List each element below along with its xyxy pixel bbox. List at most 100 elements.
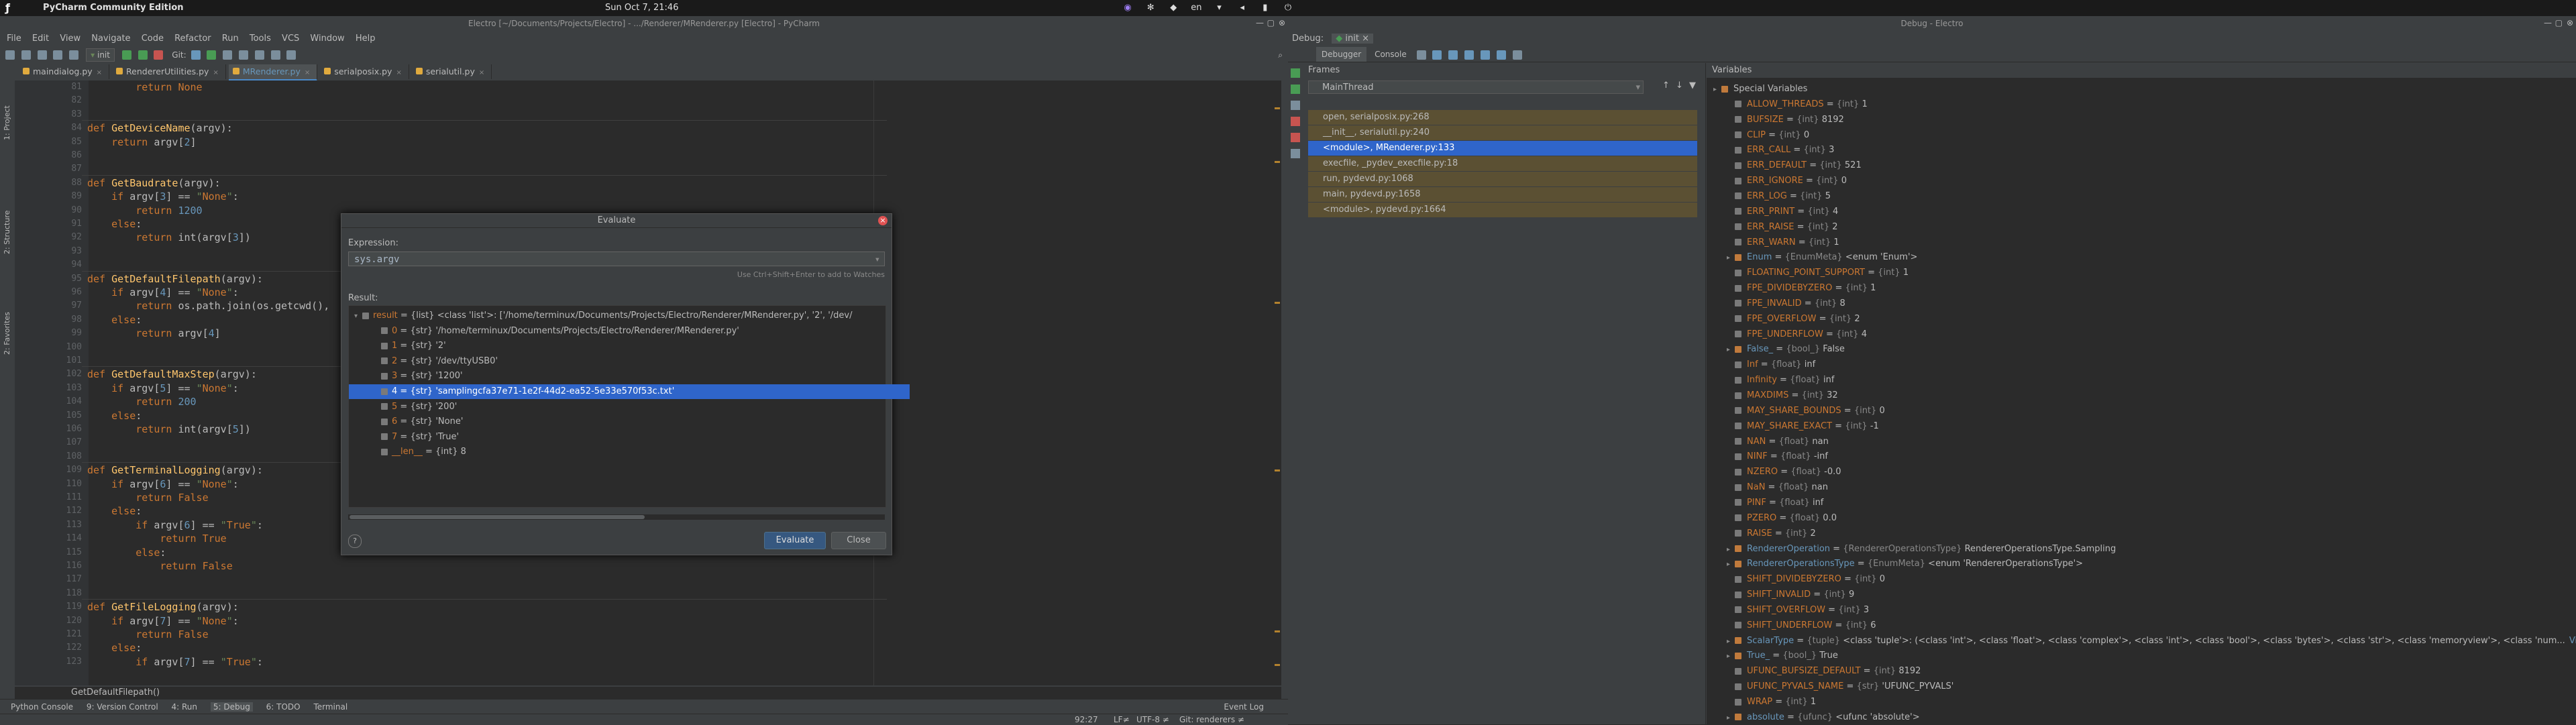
volume-icon[interactable]: ◂ bbox=[1236, 2, 1248, 14]
code-text[interactable]: return False bbox=[87, 491, 208, 504]
close-tab-icon[interactable]: × bbox=[305, 69, 310, 76]
variable-row[interactable]: BUFSIZE = {int} 8192 bbox=[1727, 113, 1844, 128]
menu-tools[interactable]: Tools bbox=[250, 34, 271, 44]
code-text[interactable]: if argv[3] == "None": bbox=[87, 190, 239, 203]
debug-session-tab[interactable]: ◆ init × bbox=[1332, 34, 1374, 44]
git-branch[interactable]: Git: renderers ≠ bbox=[1179, 714, 1244, 725]
line-number[interactable]: 119 bbox=[55, 600, 82, 614]
tool-favorites[interactable]: 2: Favorites bbox=[3, 312, 11, 355]
show-execution-point-icon[interactable] bbox=[1416, 50, 1426, 60]
close-window-icon[interactable]: ⊗ bbox=[2567, 18, 2573, 27]
tab-maindialog[interactable]: maindialog.py × bbox=[19, 64, 110, 79]
frame-up-icon[interactable]: ↑ bbox=[1662, 80, 1670, 91]
code-text[interactable]: if argv[6] == "None": bbox=[87, 478, 239, 491]
menu-help[interactable]: Help bbox=[356, 34, 376, 44]
minimize-icon[interactable]: — bbox=[1256, 18, 1264, 27]
variable-row[interactable]: ▸ Special Variables bbox=[1713, 82, 1807, 97]
code-text[interactable]: return argv[2] bbox=[87, 135, 196, 149]
result-row[interactable]: ▾ result = {list} <class 'list'>: ['/home… bbox=[349, 309, 891, 323]
line-number[interactable]: 110 bbox=[55, 478, 82, 491]
code-text[interactable]: else: bbox=[87, 546, 166, 559]
variable-row[interactable]: RAISE = {int} 2 bbox=[1727, 526, 1816, 542]
view-link[interactable]: View bbox=[2569, 636, 2576, 646]
code-text[interactable]: if argv[5] == "None": bbox=[87, 382, 239, 395]
forward-icon[interactable] bbox=[69, 50, 79, 60]
code-text[interactable]: else: bbox=[87, 504, 142, 518]
line-number[interactable]: 116 bbox=[55, 559, 82, 573]
variable-row[interactable]: ERR_RAISE = {int} 2 bbox=[1727, 220, 1838, 235]
pause-icon[interactable] bbox=[1291, 101, 1300, 110]
dialog-close-icon[interactable]: × bbox=[878, 216, 888, 225]
variable-row[interactable]: ▸ Enum = {EnumMeta} <enum 'Enum'> bbox=[1727, 250, 1917, 266]
menu-navigate[interactable]: Navigate bbox=[91, 34, 130, 44]
step-out-icon[interactable] bbox=[1480, 50, 1490, 60]
viber-icon[interactable]: ◉ bbox=[1122, 2, 1134, 14]
variable-row[interactable]: UFUNC_PYVALS_NAME = {str} 'UFUNC_PYVALS' bbox=[1727, 679, 1953, 695]
run-icon[interactable] bbox=[121, 50, 131, 60]
line-number[interactable]: 83 bbox=[55, 108, 82, 121]
tool-python-console[interactable]: Python Console bbox=[11, 702, 73, 712]
line-number[interactable]: 88 bbox=[55, 176, 82, 190]
debug-icon[interactable] bbox=[138, 50, 148, 60]
tab-rendererutilities[interactable]: RendererUtilities.py × bbox=[112, 64, 226, 79]
menu-edit[interactable]: Edit bbox=[32, 34, 49, 44]
tab-console[interactable]: Console bbox=[1369, 47, 1412, 62]
code-text[interactable]: if argv[6] == "True": bbox=[87, 518, 263, 532]
tool-structure[interactable]: 2: Structure bbox=[3, 211, 11, 254]
line-number[interactable]: 108 bbox=[55, 450, 82, 463]
variable-row[interactable]: ERR_DEFAULT = {int} 521 bbox=[1727, 158, 1862, 174]
expand-expression-icon[interactable]: ▾ bbox=[875, 252, 880, 267]
expand-arrow-icon[interactable]: ▾ bbox=[354, 309, 362, 323]
code-text[interactable]: return False bbox=[87, 559, 232, 573]
expand-arrow-icon[interactable]: ▸ bbox=[1727, 343, 1735, 358]
variable-row[interactable]: SHIFT_INVALID = {int} 9 bbox=[1727, 588, 1854, 603]
settings-icon[interactable] bbox=[254, 50, 264, 60]
tab-serialposix[interactable]: serialposix.py × bbox=[320, 64, 409, 79]
result-row[interactable]: 7 = {str} 'True' bbox=[349, 430, 910, 445]
line-number[interactable]: 89 bbox=[55, 190, 82, 203]
line-number[interactable]: 113 bbox=[55, 518, 82, 532]
dropbox-icon[interactable]: ◆ bbox=[1167, 2, 1179, 14]
code-text[interactable]: if argv[7] == "None": bbox=[87, 614, 239, 628]
line-number[interactable]: 99 bbox=[55, 327, 82, 340]
code-text[interactable]: if argv[4] == "None": bbox=[87, 286, 239, 299]
expand-arrow-icon[interactable]: ▸ bbox=[1727, 543, 1735, 558]
menu-view[interactable]: View bbox=[60, 34, 80, 44]
code-text[interactable]: return int(argv[3]) bbox=[87, 231, 251, 244]
result-tree[interactable]: ▾ result = {list} <class 'list'>: ['/home… bbox=[348, 305, 910, 508]
line-number[interactable]: 86 bbox=[55, 149, 82, 162]
tool-terminal[interactable]: Terminal bbox=[313, 702, 347, 712]
variable-row[interactable]: ERR_CALL = {int} 3 bbox=[1727, 143, 1834, 158]
tools-icon[interactable]: ✻ bbox=[1144, 2, 1157, 14]
variables-tree[interactable]: ▸ Special Variables ALLOW_THREADS = {int} … bbox=[1707, 79, 2576, 724]
frame-item[interactable]: open, serialposix.py:268 bbox=[1308, 110, 1697, 125]
variable-row[interactable]: SHIFT_OVERFLOW = {int} 3 bbox=[1727, 603, 1869, 618]
filter-icon[interactable]: ▼ bbox=[1689, 80, 1696, 91]
line-number[interactable]: 102 bbox=[55, 368, 82, 381]
evaluate-button[interactable]: Evaluate bbox=[764, 532, 826, 549]
scroll-thumb[interactable] bbox=[350, 515, 645, 519]
step-into-icon[interactable] bbox=[1448, 50, 1458, 60]
stop-icon[interactable] bbox=[154, 50, 164, 60]
line-number[interactable]: 112 bbox=[55, 504, 82, 518]
tool-debug[interactable]: 5: Debug bbox=[210, 702, 253, 712]
close-button[interactable]: Close bbox=[831, 532, 886, 549]
variable-row[interactable]: MAY_SHARE_BOUNDS = {int} 0 bbox=[1727, 404, 1885, 419]
line-number[interactable]: 82 bbox=[55, 94, 82, 107]
code-text[interactable]: def GetTerminalLogging(argv): bbox=[87, 463, 263, 477]
expand-arrow-icon[interactable]: ▸ bbox=[1727, 634, 1735, 650]
thread-select[interactable]: MainThread ▾ bbox=[1308, 80, 1644, 94]
line-number[interactable]: 103 bbox=[55, 382, 82, 395]
variable-row[interactable]: SHIFT_UNDERFLOW = {int} 6 bbox=[1727, 618, 1876, 634]
line-number[interactable]: 91 bbox=[55, 217, 82, 231]
line-number[interactable]: 90 bbox=[55, 204, 82, 217]
variable-row[interactable]: FPE_DIVIDEBYZERO = {int} 1 bbox=[1727, 281, 1876, 296]
variable-row[interactable]: ERR_IGNORE = {int} 0 bbox=[1727, 174, 1847, 189]
variable-row[interactable]: SHIFT_DIVIDEBYZERO = {int} 0 bbox=[1727, 572, 1885, 588]
variable-row[interactable]: NAN = {float} nan bbox=[1727, 435, 1829, 450]
line-number[interactable]: 100 bbox=[55, 341, 82, 354]
battery-icon[interactable]: ▮ bbox=[1259, 2, 1271, 14]
active-app-name[interactable]: PyCharm Community Edition bbox=[43, 3, 184, 13]
line-number[interactable]: 95 bbox=[55, 272, 82, 286]
help-button[interactable]: ? bbox=[348, 535, 362, 548]
